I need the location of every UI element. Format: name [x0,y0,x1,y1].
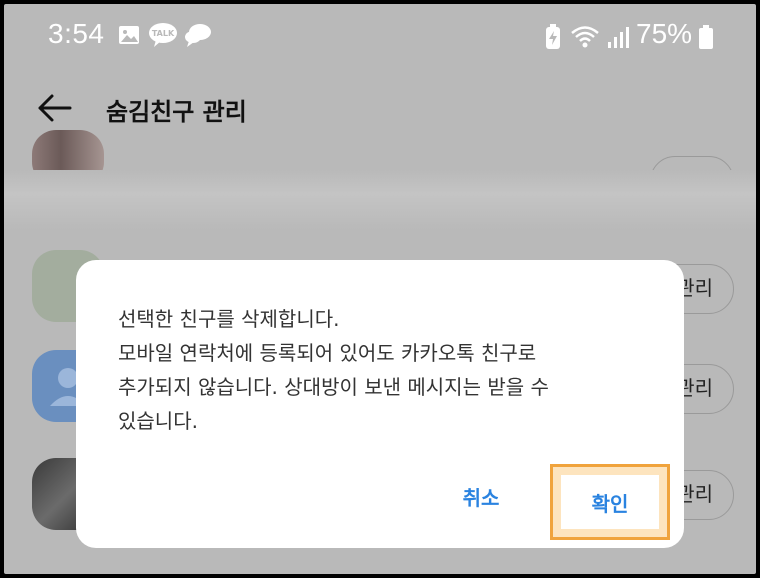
chat-bubble-icon [184,22,212,52]
status-bar: 3:54 TALK 75% [4,4,756,70]
signal-icon [606,24,630,54]
dialog-message: 선택한 친구를 삭제합니다. 모바일 연락처에 등록되어 있어도 카카오톡 친구… [118,302,658,438]
battery-saver-icon [544,24,562,54]
cancel-button[interactable]: 취소 [436,476,526,520]
dialog-message-line: 추가되지 않습니다. 상대방이 보낸 메시지는 받을 수 [118,375,549,399]
page-title: 숨김친구 관리 [106,98,247,126]
back-button[interactable] [34,88,74,128]
confirm-button-highlight: 확인 [550,464,670,540]
kakaotalk-icon: TALK [148,22,178,52]
gallery-icon [118,24,140,50]
confirm-button[interactable]: 확인 [561,475,659,529]
delete-confirm-dialog: 선택한 친구를 삭제합니다. 모바일 연락처에 등록되어 있어도 카카오톡 친구… [76,260,684,548]
dialog-message-line: 있습니다. [118,409,198,433]
dialog-message-line: 선택한 친구를 삭제합니다. [118,307,340,331]
app-header: 숨김친구 관리 [4,70,756,150]
screen: 3:54 TALK 75% 숨김친구 관리 관리 관리 관리 선택한 친구를 삭… [4,4,756,574]
talk-badge-text: TALK [152,29,175,38]
wifi-icon [570,24,600,54]
battery-icon [698,24,714,54]
battery-percent: 75% [636,18,693,49]
back-arrow-icon [38,94,72,122]
list-divider [4,170,756,230]
dialog-message-line: 모바일 연락처에 등록되어 있어도 카카오톡 친구로 [118,341,537,365]
status-time: 3:54 [48,18,105,49]
